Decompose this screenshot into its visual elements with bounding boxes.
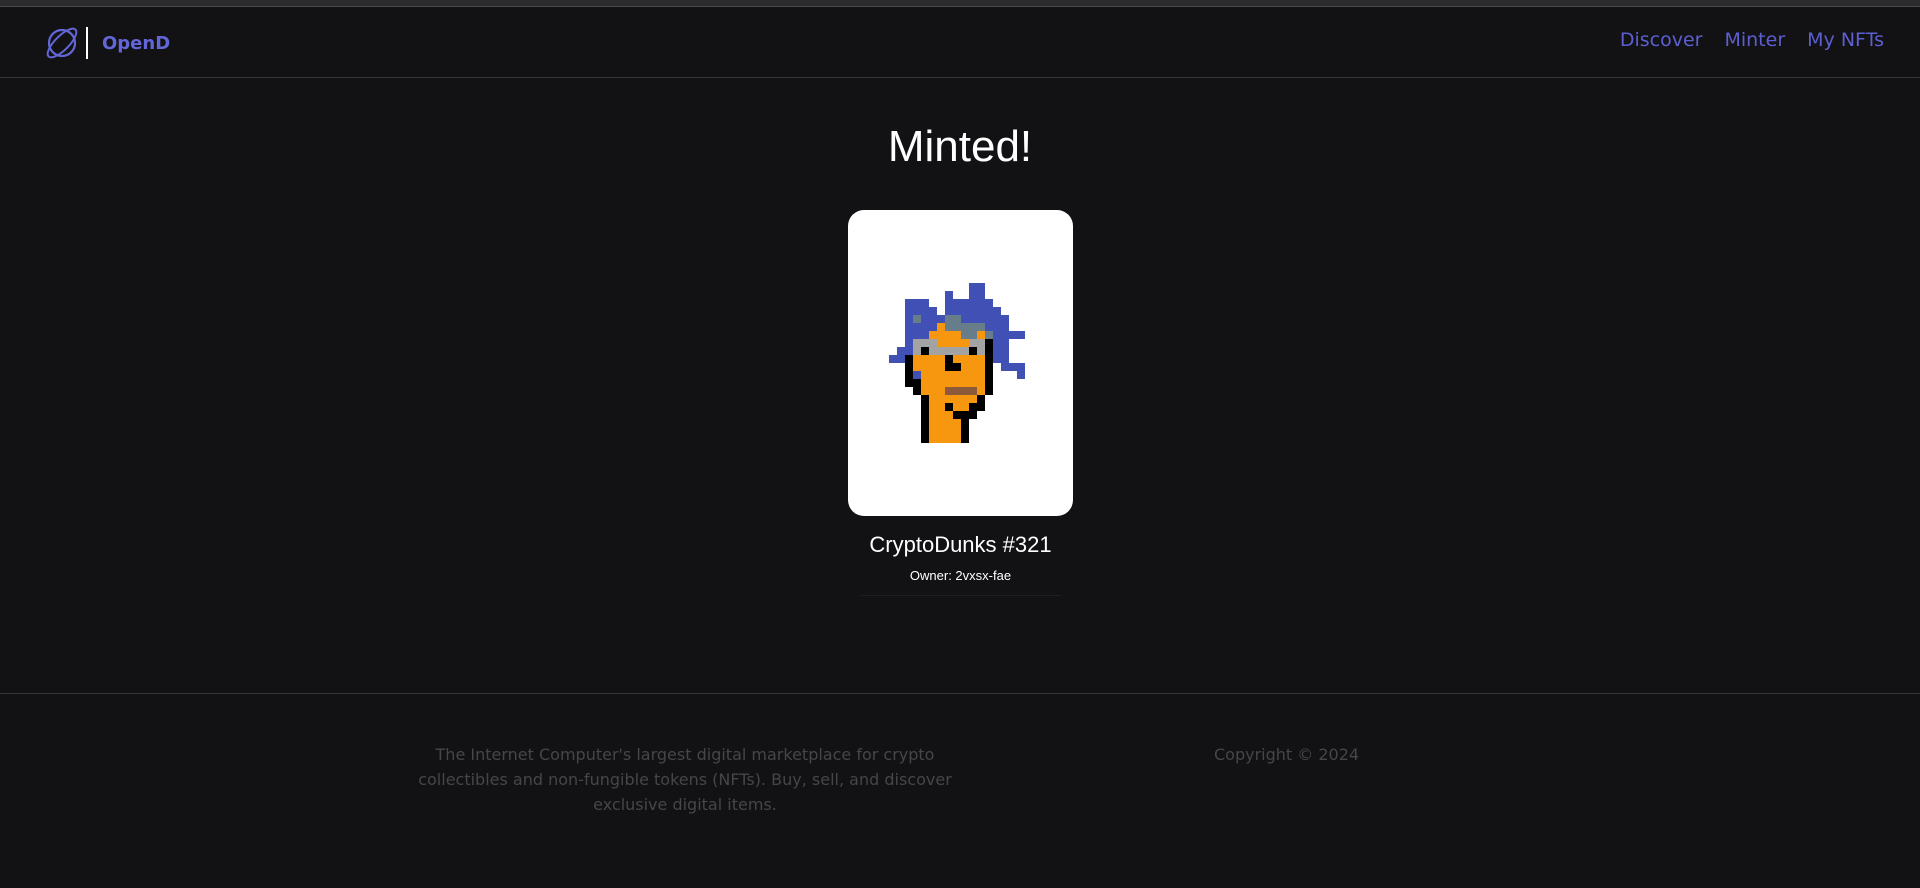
browser-top-strip [0, 0, 1920, 7]
page-title: Minted! [887, 122, 1033, 171]
card-divider [860, 595, 1061, 596]
nft-owner: Owner: 2vxsx-fae [909, 568, 1012, 583]
footer-copyright: Copyright © 2024 [1214, 745, 1360, 764]
nav-minter[interactable]: Minter [1724, 29, 1785, 51]
logo-divider [86, 27, 88, 59]
nft-card[interactable]: CryptoDunks #321 Owner: 2vxsx-fae [848, 210, 1073, 596]
main-nav: Discover Minter My NFTs [1620, 29, 1884, 51]
site-header: OpenD Discover Minter My NFTs [0, 7, 1920, 78]
site-footer: The Internet Computer's largest digital … [0, 693, 1920, 888]
nft-name: CryptoDunks #321 [869, 532, 1052, 557]
brand-name[interactable]: OpenD [102, 33, 170, 54]
footer-description: The Internet Computer's largest digital … [418, 745, 952, 814]
home-logo-link[interactable]: OpenD [42, 21, 170, 65]
pixel-art-punk-icon [888, 283, 1025, 443]
nav-discover[interactable]: Discover [1620, 29, 1703, 51]
nft-image [848, 210, 1073, 516]
nav-my-nfts[interactable]: My NFTs [1807, 29, 1884, 51]
planet-logo-icon [46, 27, 78, 59]
